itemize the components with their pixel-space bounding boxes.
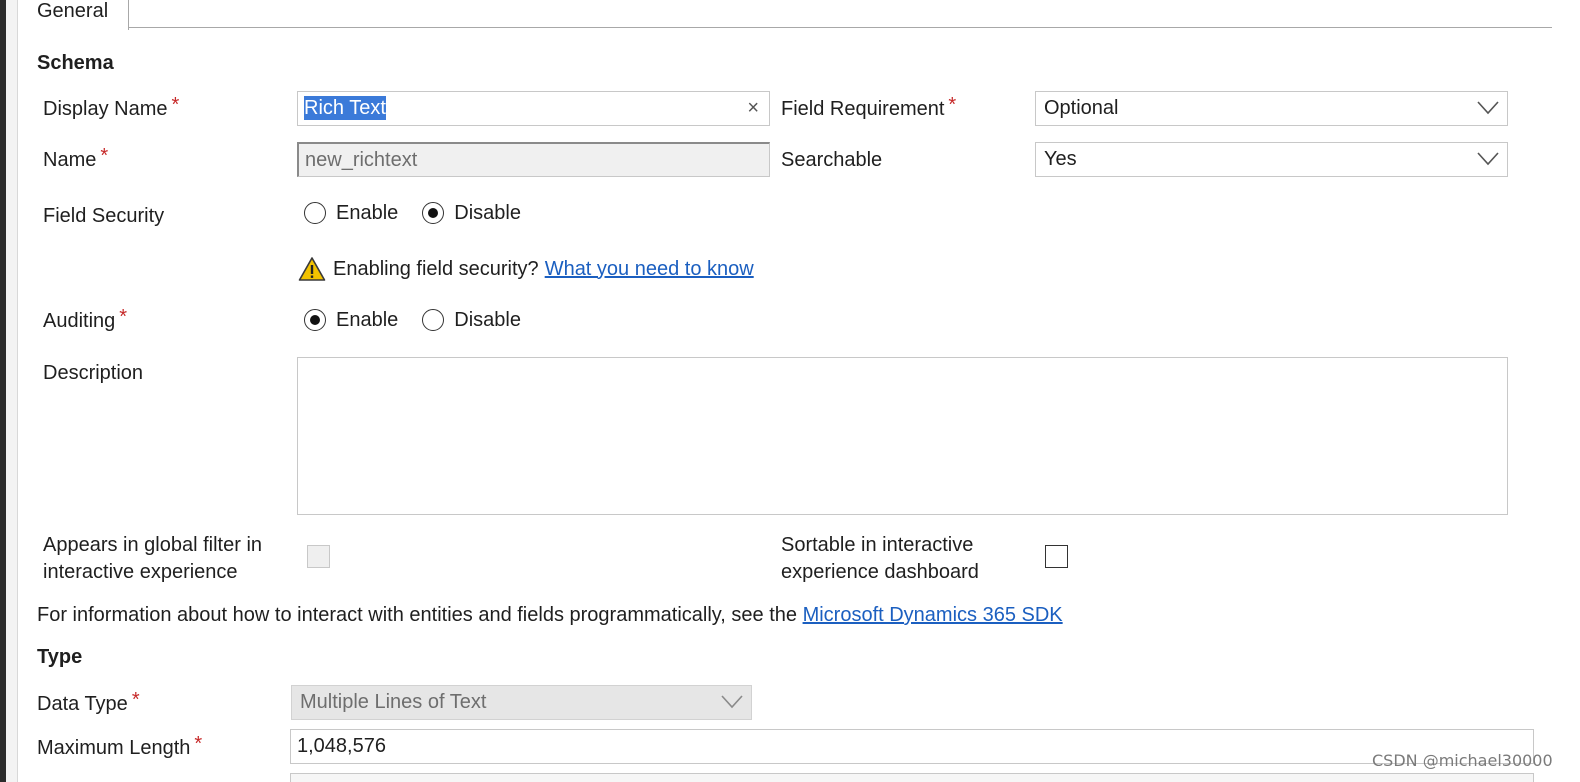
chevron-down-icon xyxy=(1477,152,1499,166)
auditing-enable-label[interactable]: Enable xyxy=(336,308,398,332)
field-security-disable-label[interactable]: Disable xyxy=(454,201,521,225)
required-marker: * xyxy=(119,306,128,328)
required-marker: * xyxy=(100,145,109,167)
auditing-label: Auditing * xyxy=(43,306,128,333)
sortable-label: Sortable in interactive experience dashb… xyxy=(781,532,979,586)
searchable-label: Searchable xyxy=(781,149,883,171)
clear-icon[interactable]: × xyxy=(747,92,759,125)
chevron-down-icon xyxy=(721,695,743,709)
field-requirement-label-text: Field Requirement xyxy=(781,98,945,120)
field-security-label: Field Security xyxy=(43,205,165,227)
description-textarea[interactable] xyxy=(297,357,1508,515)
description-label: Description xyxy=(43,362,144,384)
what-you-need-to-know-link[interactable]: What you need to know xyxy=(545,258,754,281)
field-security-enable-label[interactable]: Enable xyxy=(336,201,398,225)
tab-general-label: General xyxy=(37,0,109,22)
field-requirement-select[interactable]: Optional xyxy=(1035,91,1508,126)
display-name-value: Rich Text xyxy=(304,96,386,120)
watermark: CSDN @michael30000 xyxy=(1372,751,1553,770)
data-type-label-text: Data Type xyxy=(37,693,128,715)
required-marker: * xyxy=(948,94,957,116)
maximum-length-label: Maximum Length * xyxy=(37,733,203,760)
field-security-disable-radio[interactable] xyxy=(422,202,445,224)
sortable-label-line2: experience dashboard xyxy=(781,561,979,583)
maximum-length-label-text: Maximum Length xyxy=(37,737,191,759)
field-security-radio-group: Enable Disable xyxy=(304,201,545,225)
maximum-length-input[interactable]: 1,048,576 xyxy=(290,729,1534,764)
data-type-value: Multiple Lines of Text xyxy=(300,691,487,713)
field-security-enable-radio[interactable] xyxy=(304,202,326,224)
name-label: Name * xyxy=(43,145,109,172)
name-input: new_richtext xyxy=(297,142,770,177)
next-field-edge xyxy=(290,773,1534,782)
display-name-label-text: Display Name xyxy=(43,98,168,120)
section-heading-schema: Schema xyxy=(37,52,114,74)
global-filter-checkbox xyxy=(307,545,330,568)
auditing-enable-radio[interactable] xyxy=(304,309,326,331)
dynamics-sdk-link[interactable]: Microsoft Dynamics 365 SDK xyxy=(803,604,1063,626)
name-label-text: Name xyxy=(43,149,97,171)
required-marker: * xyxy=(131,689,140,711)
field-requirement-label: Field Requirement * xyxy=(781,94,957,121)
sdk-info: For information about how to interact wi… xyxy=(37,603,1063,627)
warning-text: Enabling field security? xyxy=(333,257,539,280)
warning-icon xyxy=(298,257,326,281)
field-security-warning: Enabling field security? What you need t… xyxy=(298,256,754,282)
field-requirement-value: Optional xyxy=(1044,97,1119,119)
display-name-input[interactable]: Rich Text × xyxy=(297,91,770,126)
window-scroll-edge xyxy=(6,0,18,782)
global-filter-label-line1: Appears in global filter in xyxy=(43,534,263,556)
auditing-label-text: Auditing xyxy=(43,310,116,332)
required-marker: * xyxy=(194,733,203,755)
sortable-label-line1: Sortable in interactive xyxy=(781,534,974,556)
searchable-select[interactable]: Yes xyxy=(1035,142,1508,177)
auditing-disable-radio[interactable] xyxy=(422,309,445,331)
global-filter-label: Appears in global filter in interactive … xyxy=(43,532,262,586)
name-value: new_richtext xyxy=(305,149,418,171)
sdk-info-text: For information about how to interact wi… xyxy=(37,604,797,626)
data-type-select: Multiple Lines of Text xyxy=(291,685,752,720)
tab-general[interactable]: General xyxy=(18,0,129,30)
display-name-label: Display Name * xyxy=(43,94,180,121)
searchable-value: Yes xyxy=(1044,148,1077,170)
tab-strip-line xyxy=(128,27,1552,28)
data-type-label: Data Type * xyxy=(37,689,140,716)
maximum-length-value: 1,048,576 xyxy=(297,735,386,757)
auditing-disable-label[interactable]: Disable xyxy=(454,308,521,332)
required-marker: * xyxy=(171,94,180,116)
section-heading-type: Type xyxy=(37,646,83,668)
sortable-checkbox[interactable] xyxy=(1045,545,1068,568)
auditing-radio-group: Enable Disable xyxy=(304,308,545,332)
chevron-down-icon xyxy=(1477,101,1499,115)
global-filter-label-line2: interactive experience xyxy=(43,561,238,583)
